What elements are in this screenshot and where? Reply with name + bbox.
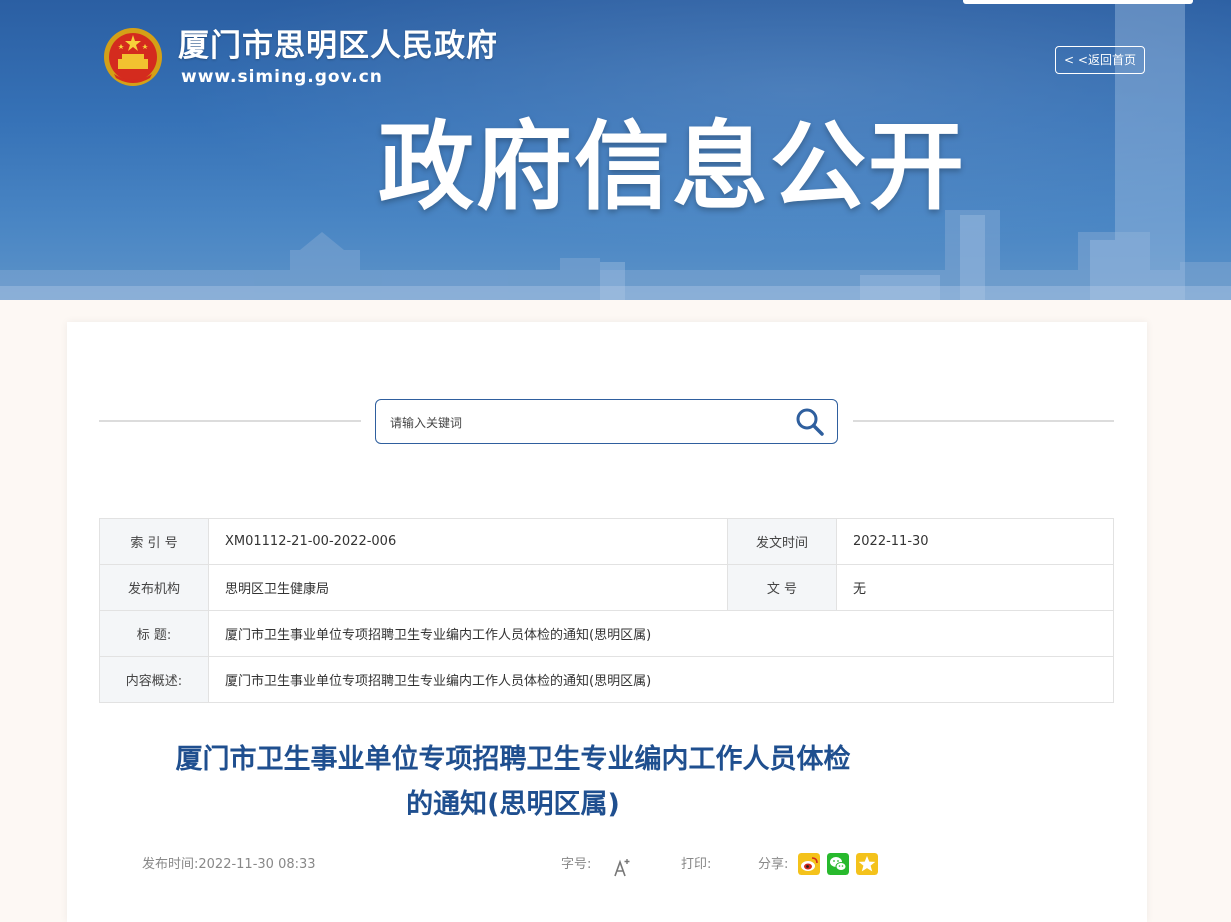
docno-label: 文 号 [727,564,837,611]
table-row: 内容概述: 厦门市卫生事业单位专项招聘卫生专业编内工作人员体检的通知(思明区属) [99,656,1114,703]
search-icon[interactable] [794,407,826,437]
font-size-icon[interactable] [612,855,632,879]
font-size-label: 字号: [561,857,592,872]
org-label: 发布机构 [99,564,209,611]
title-label: 标 题: [99,610,209,657]
wechat-icon[interactable] [827,853,849,875]
publish-info: 发布时间:2022-11-30 08:33 [142,855,316,875]
header-banner: 厦门市思明区人民政府 www.siming.gov.cn < <返回首页 政府信… [0,0,1231,300]
info-table: 索 引 号 XM01112-21-00-2022-006 发文时间 2022-1… [99,518,1114,703]
title-value: 厦门市卫生事业单位专项招聘卫生专业编内工作人员体检的通知(思明区属) [208,610,1114,657]
article-title-line1: 厦门市卫生事业单位专项招聘卫生专业编内工作人员体检 [175,744,851,775]
print-button[interactable]: 打印: [681,855,711,875]
national-emblem-logo [104,28,162,86]
publish-time: 2022-11-30 08:33 [198,857,316,872]
search-divider-right [853,420,1114,422]
publish-label: 发布时间: [142,857,199,872]
search-input[interactable] [388,408,772,437]
date-value: 2022-11-30 [836,518,1114,565]
summary-label: 内容概述: [99,656,209,703]
article-title: 厦门市卫生事业单位专项招聘卫生专业编内工作人员体检 的通知(思明区属) [140,737,886,827]
index-value: XM01112-21-00-2022-006 [208,518,728,565]
article-title-line2: 的通知(思明区属) [406,789,620,820]
docno-value: 无 [836,564,1114,611]
search-divider-left [99,420,361,422]
table-row: 发布机构 思明区卫生健康局 文 号 无 [99,564,1114,611]
share-label: 分享: [758,857,789,872]
top-bar-edge [963,0,1193,4]
summary-value: 厦门市卫生事业单位专项招聘卫生专业编内工作人员体检的通知(思明区属) [208,656,1114,703]
site-url: www.siming.gov.cn [181,67,383,87]
table-row: 索 引 号 XM01112-21-00-2022-006 发文时间 2022-1… [99,518,1114,565]
weibo-icon[interactable] [798,853,820,875]
favorite-star-icon[interactable] [856,853,878,875]
index-label: 索 引 号 [99,518,209,565]
date-label: 发文时间 [727,518,837,565]
banner-title: 政府信息公开 [378,111,966,223]
org-value: 思明区卫生健康局 [208,564,728,611]
table-row: 标 题: 厦门市卫生事业单位专项招聘卫生专业编内工作人员体检的通知(思明区属) [99,610,1114,657]
site-name: 厦门市思明区人民政府 [178,28,498,64]
back-home-button[interactable]: < <返回首页 [1055,46,1145,74]
search-box [375,399,838,444]
